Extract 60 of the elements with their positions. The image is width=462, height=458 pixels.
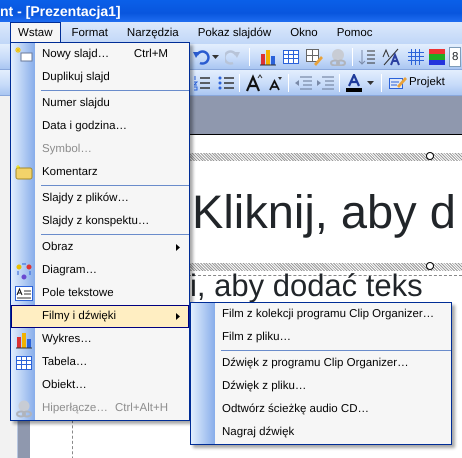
bullet-list-icon[interactable] (218, 74, 234, 90)
menu-item[interactable]: Format (64, 22, 116, 44)
resize-handle[interactable] (426, 262, 434, 270)
grid-icon[interactable] (408, 48, 424, 64)
font-color-icon[interactable] (345, 74, 363, 92)
increase-indent-icon[interactable] (316, 74, 334, 90)
numbered-list-icon[interactable] (194, 74, 210, 90)
table-icon (15, 354, 33, 372)
resize-handle[interactable] (426, 152, 434, 160)
color-scheme-icon[interactable] (429, 48, 445, 64)
menu-item[interactable]: Obiekt… (11, 374, 189, 397)
menu-item[interactable]: Film z kolekcji programu Clip Organizer… (191, 303, 451, 326)
menu-item[interactable]: Diagram… (11, 259, 189, 282)
menu-item[interactable]: Filmy i dźwięki (11, 305, 189, 328)
diagram-icon (15, 262, 33, 280)
menu-item[interactable]: Nagraj dźwięk (191, 421, 451, 444)
dropdown-arrow-icon[interactable] (212, 54, 219, 58)
decrease-indent-icon[interactable] (294, 74, 312, 90)
chart-icon (15, 331, 33, 349)
menu-item[interactable]: Odtwórz ścieżkę audio CD… (191, 398, 451, 421)
menu-item[interactable]: Obraz (11, 236, 189, 259)
menu-item[interactable]: Nowy slajd… Ctrl+M (11, 43, 189, 66)
menu-item[interactable]: Okno (282, 22, 326, 44)
menu-item[interactable]: Pole tekstowe (11, 282, 189, 305)
grow-font-icon[interactable] (245, 74, 263, 92)
menu-item[interactable]: Narzędzia (118, 22, 187, 44)
menu-item[interactable]: Tabela… (11, 351, 189, 374)
text-box-icon (15, 285, 33, 303)
slide-subtitle[interactable]: i, aby dodać teks (188, 270, 460, 301)
new-slide-icon (15, 46, 33, 64)
slide-title[interactable]: Kliknij, aby d (188, 161, 462, 263)
menu-item[interactable]: Wykres… (11, 328, 189, 351)
menu-item[interactable]: Slajdy z konspektu… (11, 210, 189, 233)
pencil-table-icon[interactable] (305, 48, 323, 66)
expand-lines-icon[interactable] (358, 48, 376, 66)
text-direction-icon[interactable] (382, 48, 402, 66)
menu-item[interactable]: Dźwięk z pliku… (191, 375, 451, 398)
menu-item[interactable]: Duplikuj slajd (11, 66, 189, 89)
menu-item[interactable]: Dźwięk z programu Clip Organizer… (191, 352, 451, 375)
zoom-field[interactable]: 8 (449, 46, 461, 66)
chart-icon[interactable] (259, 48, 277, 66)
menu-item[interactable]: Pomoc (328, 22, 381, 44)
dropdown-arrow-icon[interactable] (367, 80, 374, 84)
undo-icon[interactable] (192, 48, 210, 66)
shrink-font-icon[interactable] (269, 74, 283, 90)
window-title: nt - [Prezentacja1] (0, 0, 462, 22)
table-icon[interactable] (283, 50, 299, 64)
menu-item[interactable]: Numer slajdu (11, 92, 189, 115)
design-button[interactable]: Projekt (387, 74, 445, 92)
design-icon (389, 74, 407, 90)
menu-item[interactable]: Data i godzina… (11, 115, 189, 138)
menu-item[interactable]: Film z pliku… (191, 326, 451, 349)
menu-item[interactable]: Pokaz slajdów (190, 22, 280, 44)
comment-icon (15, 164, 33, 182)
menu-item[interactable]: Slajdy z plików… (11, 187, 189, 210)
globe-link-icon (15, 400, 33, 418)
menu-item[interactable]: Komentarz (11, 161, 189, 184)
menu-item[interactable]: Wstaw (10, 22, 60, 44)
redo-icon (225, 48, 241, 66)
globe-link-icon (329, 48, 347, 66)
